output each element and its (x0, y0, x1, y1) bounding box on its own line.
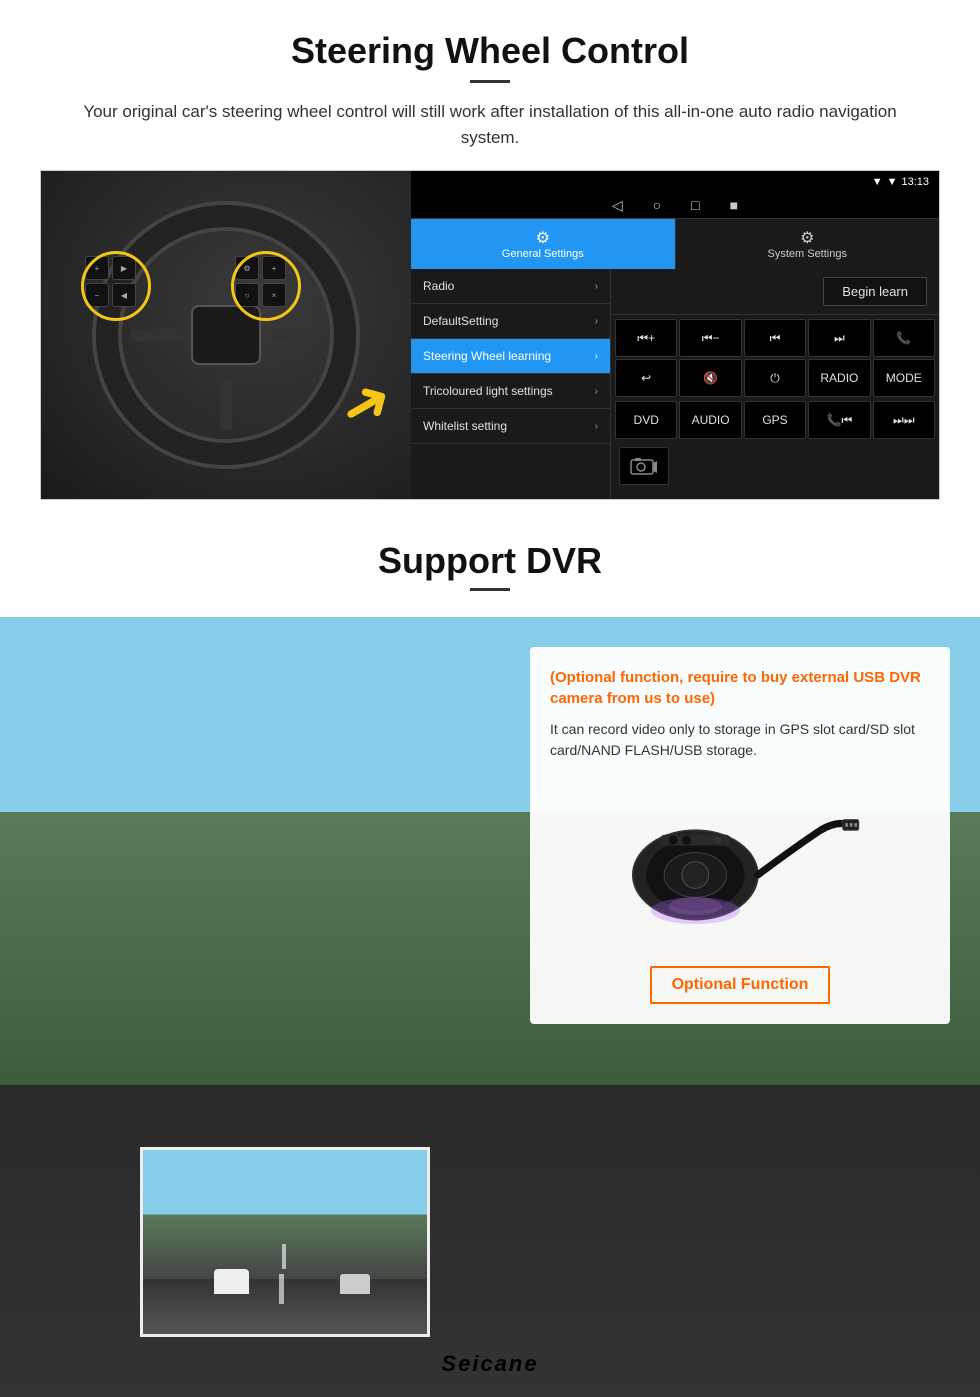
dvr-optional-text: (Optional function, require to buy exter… (550, 667, 930, 709)
ctrl-btn-power[interactable]: ⏻ (744, 359, 806, 397)
settings-tabs: ⚙ General Settings ⚙ System Settings (411, 219, 939, 269)
camera-icon-btn[interactable] (619, 447, 669, 485)
menu-item-tricolour[interactable]: Tricoloured light settings › (411, 374, 610, 409)
ctrl-btn-vol-up[interactable]: ⏮+ (615, 319, 677, 357)
steering-description: Your original car's steering wheel contr… (80, 99, 900, 150)
tab-system-settings[interactable]: ⚙ System Settings (675, 219, 940, 269)
button-grid-area: Begin learn ⏮+ ⏮− ⏮ ⏭ 📞 ↩ 🔇 ⏻ RADIO MODE (611, 269, 939, 499)
ctrl-btn-dvd[interactable]: DVD (615, 401, 677, 439)
steering-title: Steering Wheel Control (40, 30, 940, 72)
dvr-description: It can record video only to storage in G… (550, 719, 930, 761)
control-button-grid: ⏮+ ⏮− ⏮ ⏭ 📞 ↩ 🔇 ⏻ RADIO MODE (611, 315, 939, 401)
android-panel: ▼ ▼ 13:13 ◁ ○ □ ■ ⚙ General Settings ⚙ (411, 171, 939, 499)
begin-learn-row: Begin learn (611, 269, 939, 315)
ctrl-btn-hang[interactable]: ↩ (615, 359, 677, 397)
menu-item-tricolour-label: Tricoloured light settings (423, 384, 553, 398)
chevron-icon-4: › (595, 386, 598, 397)
ctrl-btn-phone[interactable]: 📞 (873, 319, 935, 357)
general-settings-icon: ⚙ (536, 228, 550, 248)
wheel-background: + ▶ − ◀ ⚙ + ○ × ➜ (41, 171, 411, 499)
menu-item-steering-label: Steering Wheel learning (423, 349, 551, 363)
highlight-circle-left (81, 251, 151, 321)
optional-function-badge: Optional Function (650, 966, 831, 1004)
ctrl-btn-prev[interactable]: ⏮ (744, 319, 806, 357)
ctrl-btn-mute[interactable]: 🔇 (679, 359, 741, 397)
menu-list: Radio › DefaultSetting › Steering Wheel … (411, 269, 611, 499)
nav-recents-icon[interactable]: □ (691, 197, 699, 214)
dvr-section: Support DVR (Optional function, require … (0, 520, 980, 1397)
ctrl-btn-next[interactable]: ⏭ (808, 319, 870, 357)
ctrl-btn-audio[interactable]: AUDIO (679, 401, 741, 439)
steering-section: Steering Wheel Control Your original car… (0, 0, 980, 520)
ctrl-btn-skip-next[interactable]: ⏭⏭ (873, 401, 935, 439)
seicane-branding: Seicane (441, 1351, 538, 1377)
ctrl-btn-mode[interactable]: MODE (873, 359, 935, 397)
wheel-spoke-left (131, 329, 181, 341)
status-icons: ▼ ▼ 13:13 (872, 176, 929, 188)
title-divider (470, 80, 510, 83)
ctrl-btn-phone-prev[interactable]: 📞⏮ (808, 401, 870, 439)
dvr-background-image: (Optional function, require to buy exter… (0, 617, 980, 1397)
chevron-icon-5: › (595, 421, 598, 432)
steering-demo-area: + ▶ − ◀ ⚙ + ○ × ➜ (40, 170, 940, 500)
signal-icon: ▼ (872, 176, 883, 188)
chevron-icon-3: › (595, 351, 598, 362)
last-control-row: DVD AUDIO GPS 📞⏮ ⏭⏭ (611, 401, 939, 443)
wheel-spoke-bottom (220, 380, 232, 430)
wifi-icon: ▼ (887, 176, 898, 188)
tab-general-settings[interactable]: ⚙ General Settings (411, 219, 675, 269)
dvr-title-area: Support DVR (0, 520, 980, 617)
steering-wheel-image: + ▶ − ◀ ⚙ + ○ × ➜ (41, 171, 411, 499)
ctrl-btn-vol-down[interactable]: ⏮− (679, 319, 741, 357)
tab-system-label: System Settings (768, 248, 847, 260)
status-time: 13:13 (901, 176, 929, 188)
dvr-info-card: (Optional function, require to buy exter… (530, 647, 950, 1024)
optional-function-area: Optional Function (550, 956, 930, 1004)
nav-back-icon[interactable]: ◁ (612, 197, 623, 214)
menu-item-default-label: DefaultSetting (423, 314, 498, 328)
system-settings-icon: ⚙ (800, 228, 814, 248)
menu-item-default[interactable]: DefaultSetting › (411, 304, 610, 339)
nav-menu-icon[interactable]: ■ (730, 197, 738, 214)
menu-item-whitelist[interactable]: Whitelist setting › (411, 409, 610, 444)
wheel-spoke-right (271, 329, 321, 341)
highlight-circle-right (231, 251, 301, 321)
dvr-title-divider (470, 588, 510, 591)
menu-item-radio[interactable]: Radio › (411, 269, 610, 304)
menu-item-radio-label: Radio (423, 279, 454, 293)
chevron-icon: › (595, 281, 598, 292)
menu-item-whitelist-label: Whitelist setting (423, 419, 507, 433)
dvr-preview-inset (140, 1147, 430, 1337)
android-status-bar: ▼ ▼ 13:13 (411, 171, 939, 193)
camera-row (611, 443, 939, 489)
dvr-title: Support DVR (0, 540, 980, 582)
android-nav-bar: ◁ ○ □ ■ (411, 193, 939, 219)
begin-learn-button[interactable]: Begin learn (823, 277, 927, 306)
ctrl-btn-radio[interactable]: RADIO (808, 359, 870, 397)
dvr-camera-svg (615, 791, 865, 941)
tab-general-label: General Settings (502, 248, 584, 260)
nav-home-icon[interactable]: ○ (653, 197, 661, 214)
preview-road-image (143, 1150, 427, 1334)
dvr-camera-illustration (550, 776, 930, 956)
menu-item-steering[interactable]: Steering Wheel learning › (411, 339, 610, 374)
ctrl-btn-gps[interactable]: GPS (744, 401, 806, 439)
chevron-icon-2: › (595, 316, 598, 327)
panel-content: Radio › DefaultSetting › Steering Wheel … (411, 269, 939, 499)
camera-svg-icon (629, 456, 659, 476)
